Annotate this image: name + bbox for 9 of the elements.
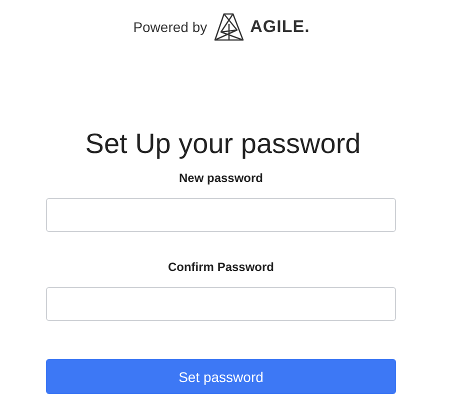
page-title: Set Up your password — [84, 128, 362, 160]
field-label: New password — [178, 171, 264, 187]
field-label: Confirm Password — [168, 260, 274, 276]
logo-icon — [213, 12, 246, 42]
password-field[interactable] — [46, 198, 396, 232]
set-password-button[interactable]: Set password — [46, 359, 396, 394]
powered-by-text: Powered by — [133, 19, 208, 35]
brand-name: AGILE. — [250, 17, 310, 37]
password-field[interactable] — [46, 287, 396, 321]
